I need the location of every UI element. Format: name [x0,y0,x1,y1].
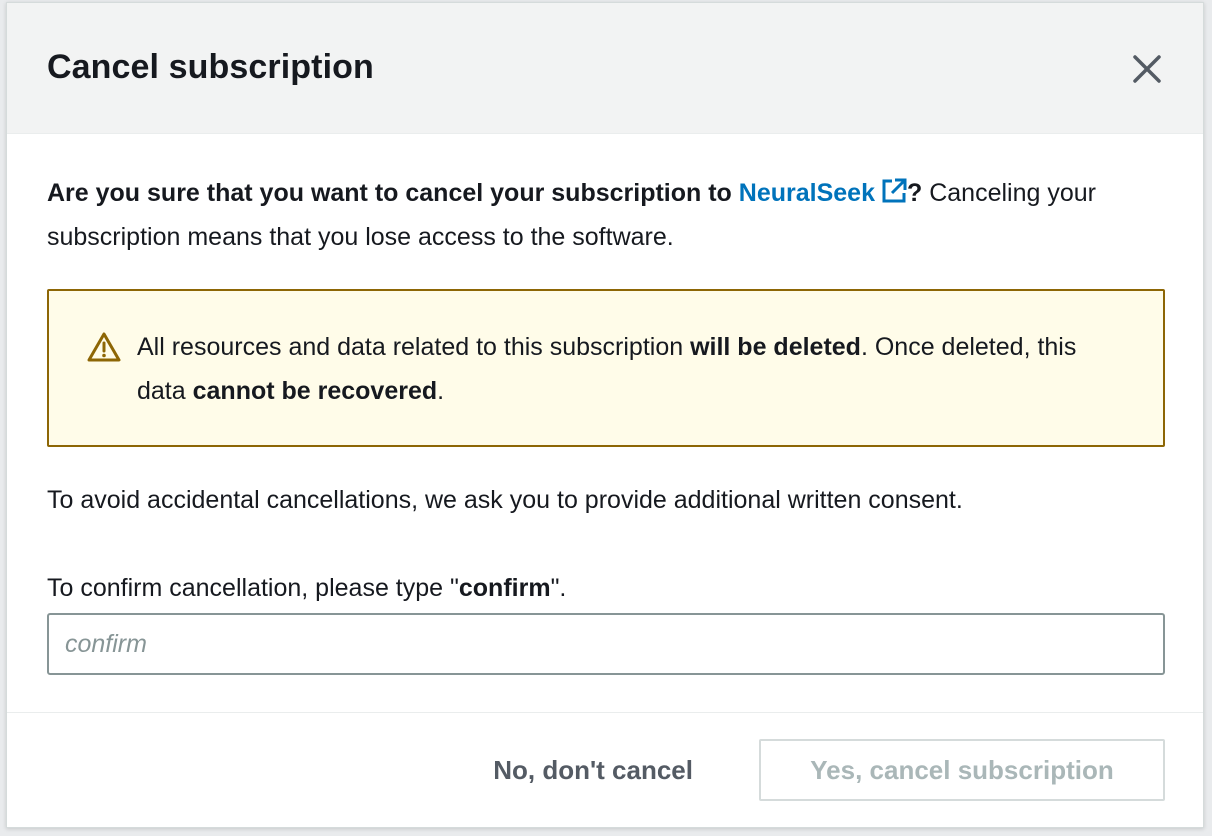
product-link-label: NeuralSeek [738,179,875,207]
confirm-label-suffix: ". [550,574,567,602]
product-link[interactable]: NeuralSeek [738,178,907,207]
intro-text: Are you sure that you want to cancel you… [47,171,1165,259]
dialog-footer: No, don't cancel Yes, cancel subscriptio… [7,712,1203,827]
alert-bold-1: will be deleted [690,333,861,361]
external-link-icon [882,178,907,203]
intro-question-prefix: Are you sure that you want to cancel you… [47,179,739,207]
yes-cancel-subscription-button[interactable]: Yes, cancel subscription [759,739,1165,801]
intro-question: Are you sure that you want to cancel you… [47,178,923,207]
dialog-title: Cancel subscription [47,48,374,86]
confirm-label-prefix: To confirm cancellation, please type " [47,574,459,602]
close-icon [1133,55,1161,83]
alert-text-1: All resources and data related to this s… [137,333,691,361]
cancel-subscription-dialog: Cancel subscription Are you sure that yo… [6,2,1204,828]
warning-icon [87,332,121,362]
dialog-header: Cancel subscription [7,3,1203,134]
confirm-input[interactable] [47,613,1165,675]
confirm-keyword: confirm [458,574,551,602]
alert-text-3: . [437,377,445,405]
alert-bold-2: cannot be recovered [192,377,438,405]
confirm-label: To confirm cancellation, please type "co… [47,571,1165,605]
dialog-body: Are you sure that you want to cancel you… [47,133,1165,675]
intro-question-suffix: ? [906,179,923,207]
no-dont-cancel-button[interactable]: No, don't cancel [483,739,703,801]
consent-text: To avoid accidental cancellations, we as… [47,486,963,514]
close-button[interactable] [1127,49,1167,89]
warning-alert: All resources and data related to this s… [47,289,1165,447]
alert-message: All resources and data related to this s… [137,325,1123,413]
